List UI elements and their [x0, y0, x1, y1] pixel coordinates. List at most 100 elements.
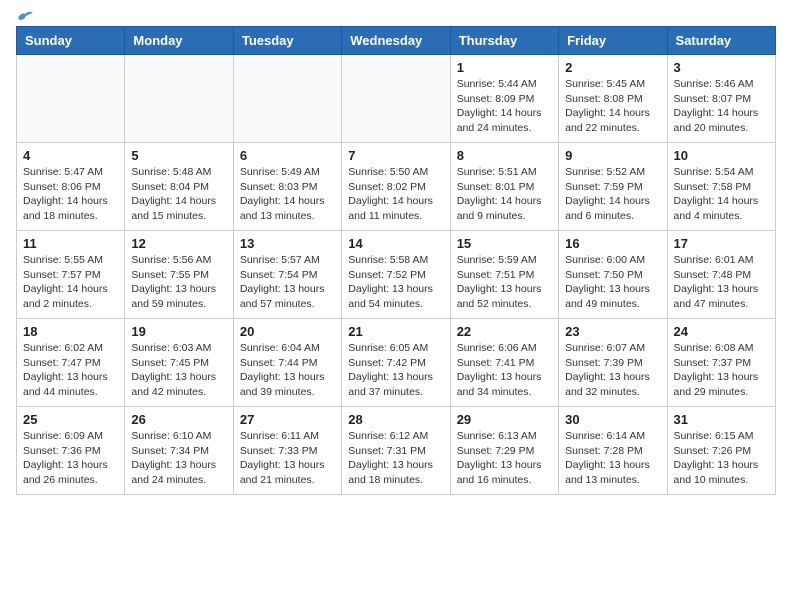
calendar-week-5: 25Sunrise: 6:09 AM Sunset: 7:36 PM Dayli…: [17, 407, 776, 495]
day-info: Sunrise: 5:58 AM Sunset: 7:52 PM Dayligh…: [348, 253, 443, 312]
day-info: Sunrise: 6:00 AM Sunset: 7:50 PM Dayligh…: [565, 253, 660, 312]
day-info: Sunrise: 6:06 AM Sunset: 7:41 PM Dayligh…: [457, 341, 552, 400]
day-number: 13: [240, 236, 335, 251]
calendar-table: SundayMondayTuesdayWednesdayThursdayFrid…: [16, 26, 776, 495]
day-number: 9: [565, 148, 660, 163]
day-number: 14: [348, 236, 443, 251]
day-info: Sunrise: 5:49 AM Sunset: 8:03 PM Dayligh…: [240, 165, 335, 224]
day-info: Sunrise: 5:47 AM Sunset: 8:06 PM Dayligh…: [23, 165, 118, 224]
day-info: Sunrise: 6:13 AM Sunset: 7:29 PM Dayligh…: [457, 429, 552, 488]
day-info: Sunrise: 6:15 AM Sunset: 7:26 PM Dayligh…: [674, 429, 769, 488]
day-info: Sunrise: 6:04 AM Sunset: 7:44 PM Dayligh…: [240, 341, 335, 400]
day-number: 19: [131, 324, 226, 339]
calendar-week-1: 1 Sunrise: 5:44 AM Sunset: 8:09 PM Daylig…: [17, 55, 776, 143]
day-number: 31: [674, 412, 769, 427]
calendar-cell: 9 Sunrise: 5:52 AM Sunset: 7:59 PM Daylig…: [559, 143, 667, 231]
day-info: Sunrise: 5:44 AM Sunset: 8:09 PM Dayligh…: [457, 77, 552, 136]
day-info: Sunrise: 6:01 AM Sunset: 7:48 PM Dayligh…: [674, 253, 769, 312]
day-info: Sunrise: 6:09 AM Sunset: 7:36 PM Dayligh…: [23, 429, 118, 488]
day-number: 23: [565, 324, 660, 339]
day-number: 20: [240, 324, 335, 339]
day-number: 29: [457, 412, 552, 427]
day-number: 6: [240, 148, 335, 163]
day-info: Sunrise: 6:12 AM Sunset: 7:31 PM Dayligh…: [348, 429, 443, 488]
col-header-friday: Friday: [559, 27, 667, 55]
day-number: 4: [23, 148, 118, 163]
day-info: Sunrise: 5:59 AM Sunset: 7:51 PM Dayligh…: [457, 253, 552, 312]
day-number: 21: [348, 324, 443, 339]
day-number: 8: [457, 148, 552, 163]
calendar-cell: 27 Sunrise: 6:11 AM Sunset: 7:33 PM Dayli…: [233, 407, 341, 495]
calendar-cell: 30 Sunrise: 6:14 AM Sunset: 7:28 PM Dayli…: [559, 407, 667, 495]
day-number: 26: [131, 412, 226, 427]
calendar-cell: 26 Sunrise: 6:10 AM Sunset: 7:34 PM Dayli…: [125, 407, 233, 495]
calendar-cell: 28 Sunrise: 6:12 AM Sunset: 7:31 PM Dayli…: [342, 407, 450, 495]
calendar-cell: 12 Sunrise: 5:56 AM Sunset: 7:55 PM Dayli…: [125, 231, 233, 319]
logo-bird-icon: [16, 8, 34, 22]
day-info: Sunrise: 6:05 AM Sunset: 7:42 PM Dayligh…: [348, 341, 443, 400]
day-number: 11: [23, 236, 118, 251]
calendar-week-2: 4 Sunrise: 5:47 AM Sunset: 8:06 PM Daylig…: [17, 143, 776, 231]
day-info: Sunrise: 5:48 AM Sunset: 8:04 PM Dayligh…: [131, 165, 226, 224]
day-info: Sunrise: 5:46 AM Sunset: 8:07 PM Dayligh…: [674, 77, 769, 136]
day-number: 27: [240, 412, 335, 427]
calendar-cell: 21 Sunrise: 6:05 AM Sunset: 7:42 PM Dayli…: [342, 319, 450, 407]
day-info: Sunrise: 6:02 AM Sunset: 7:47 PM Dayligh…: [23, 341, 118, 400]
day-info: Sunrise: 5:51 AM Sunset: 8:01 PM Dayligh…: [457, 165, 552, 224]
calendar-week-4: 18 Sunrise: 6:02 AM Sunset: 7:47 PM Dayli…: [17, 319, 776, 407]
day-info: Sunrise: 5:54 AM Sunset: 7:58 PM Dayligh…: [674, 165, 769, 224]
day-number: 12: [131, 236, 226, 251]
day-info: Sunrise: 6:08 AM Sunset: 7:37 PM Dayligh…: [674, 341, 769, 400]
col-header-tuesday: Tuesday: [233, 27, 341, 55]
day-number: 18: [23, 324, 118, 339]
calendar-cell: 22 Sunrise: 6:06 AM Sunset: 7:41 PM Dayli…: [450, 319, 558, 407]
day-info: Sunrise: 5:52 AM Sunset: 7:59 PM Dayligh…: [565, 165, 660, 224]
calendar-cell: 25Sunrise: 6:09 AM Sunset: 7:36 PM Dayli…: [17, 407, 125, 495]
calendar-cell: 5 Sunrise: 5:48 AM Sunset: 8:04 PM Daylig…: [125, 143, 233, 231]
day-info: Sunrise: 5:50 AM Sunset: 8:02 PM Dayligh…: [348, 165, 443, 224]
day-number: 3: [674, 60, 769, 75]
day-number: 1: [457, 60, 552, 75]
calendar-cell: 3 Sunrise: 5:46 AM Sunset: 8:07 PM Daylig…: [667, 55, 775, 143]
calendar-header-row: SundayMondayTuesdayWednesdayThursdayFrid…: [17, 27, 776, 55]
calendar-cell: 4 Sunrise: 5:47 AM Sunset: 8:06 PM Daylig…: [17, 143, 125, 231]
day-info: Sunrise: 5:56 AM Sunset: 7:55 PM Dayligh…: [131, 253, 226, 312]
col-header-thursday: Thursday: [450, 27, 558, 55]
col-header-saturday: Saturday: [667, 27, 775, 55]
day-number: 30: [565, 412, 660, 427]
day-info: Sunrise: 6:10 AM Sunset: 7:34 PM Dayligh…: [131, 429, 226, 488]
day-number: 7: [348, 148, 443, 163]
day-number: 24: [674, 324, 769, 339]
calendar-cell: 2 Sunrise: 5:45 AM Sunset: 8:08 PM Daylig…: [559, 55, 667, 143]
day-info: Sunrise: 6:14 AM Sunset: 7:28 PM Dayligh…: [565, 429, 660, 488]
calendar-cell: 19Sunrise: 6:03 AM Sunset: 7:45 PM Dayli…: [125, 319, 233, 407]
calendar-cell: 7 Sunrise: 5:50 AM Sunset: 8:02 PM Daylig…: [342, 143, 450, 231]
calendar-cell: 11 Sunrise: 5:55 AM Sunset: 7:57 PM Dayli…: [17, 231, 125, 319]
calendar-cell: 17 Sunrise: 6:01 AM Sunset: 7:48 PM Dayli…: [667, 231, 775, 319]
calendar-cell: [17, 55, 125, 143]
day-number: 28: [348, 412, 443, 427]
calendar-cell: 20 Sunrise: 6:04 AM Sunset: 7:44 PM Dayli…: [233, 319, 341, 407]
day-info: Sunrise: 5:55 AM Sunset: 7:57 PM Dayligh…: [23, 253, 118, 312]
col-header-monday: Monday: [125, 27, 233, 55]
calendar-cell: 31 Sunrise: 6:15 AM Sunset: 7:26 PM Dayli…: [667, 407, 775, 495]
day-number: 2: [565, 60, 660, 75]
page-header: [16, 16, 776, 18]
calendar-cell: 13 Sunrise: 5:57 AM Sunset: 7:54 PM Dayli…: [233, 231, 341, 319]
calendar-cell: [342, 55, 450, 143]
calendar-cell: 16Sunrise: 6:00 AM Sunset: 7:50 PM Dayli…: [559, 231, 667, 319]
calendar-cell: 6 Sunrise: 5:49 AM Sunset: 8:03 PM Daylig…: [233, 143, 341, 231]
day-info: Sunrise: 5:57 AM Sunset: 7:54 PM Dayligh…: [240, 253, 335, 312]
day-number: 17: [674, 236, 769, 251]
day-info: Sunrise: 5:45 AM Sunset: 8:08 PM Dayligh…: [565, 77, 660, 136]
col-header-wednesday: Wednesday: [342, 27, 450, 55]
calendar-week-3: 11 Sunrise: 5:55 AM Sunset: 7:57 PM Dayli…: [17, 231, 776, 319]
calendar-cell: 10Sunrise: 5:54 AM Sunset: 7:58 PM Dayli…: [667, 143, 775, 231]
day-info: Sunrise: 6:11 AM Sunset: 7:33 PM Dayligh…: [240, 429, 335, 488]
calendar-cell: 15Sunrise: 5:59 AM Sunset: 7:51 PM Dayli…: [450, 231, 558, 319]
day-number: 5: [131, 148, 226, 163]
day-number: 22: [457, 324, 552, 339]
calendar-cell: 1 Sunrise: 5:44 AM Sunset: 8:09 PM Daylig…: [450, 55, 558, 143]
col-header-sunday: Sunday: [17, 27, 125, 55]
calendar-cell: 24 Sunrise: 6:08 AM Sunset: 7:37 PM Dayli…: [667, 319, 775, 407]
